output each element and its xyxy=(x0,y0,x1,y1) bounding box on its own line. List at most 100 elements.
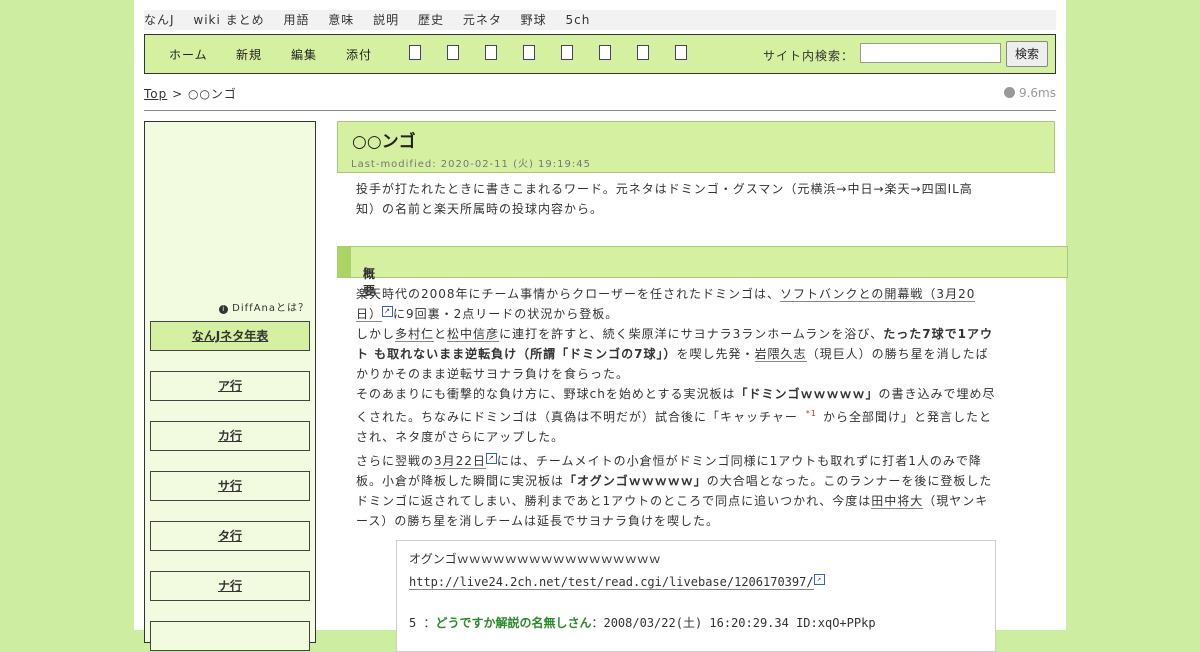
intro-line: 投手が打たれたときに書きこまれるワード。元ネタはドミンゴ・グスマン（元横浜→中日… xyxy=(356,182,973,196)
list-icon[interactable] xyxy=(599,45,611,60)
sidebar-item-next[interactable] xyxy=(150,621,310,651)
bold-text: 「ドミンゴｗｗｗｗｗ」 xyxy=(735,387,879,401)
matsunaka-link[interactable]: 松中信彦 xyxy=(447,327,500,342)
backup-icon[interactable] xyxy=(485,45,497,60)
iwakuma-link[interactable]: 岩隈久志 xyxy=(754,347,807,362)
text: さらに翌戦の xyxy=(356,454,435,468)
text: そのあまりにも衝撃的な負け方に、野球chを始めとする実況板は xyxy=(356,387,736,401)
bold-text: たった7球で1アウ xyxy=(883,327,993,341)
paragraph-line: かりかそのまま逆転サヨナラ負けを食らった。 xyxy=(356,367,630,381)
page-title: ○○ンゴ xyxy=(352,132,416,152)
top-link[interactable]: 歴史 xyxy=(418,13,444,27)
tamura-link[interactable]: 多村仁 xyxy=(395,327,435,342)
sidebar-item-label: なんJネタ年表 xyxy=(191,329,269,343)
intro-line: 知）の名前と楽天所属時の投球内容から。 xyxy=(356,202,604,216)
sidebar-item-timeline[interactable]: なんJネタ年表 xyxy=(150,321,310,351)
freeze-icon[interactable] xyxy=(561,45,573,60)
text: くされた。ちなみにドミンゴは（真偽は不明だが）試合後に「キャッチャー xyxy=(356,410,798,424)
diffana-link[interactable]: i DiffAnaとは？ xyxy=(219,299,309,314)
copy-page-icon[interactable] xyxy=(409,45,421,60)
external-link-icon[interactable]: ↗ xyxy=(485,453,497,464)
paragraph-line: 日） ↗ に9回裏・2点リードの状況から登板。 xyxy=(356,304,1046,324)
attach-link[interactable]: 添付 xyxy=(346,46,372,63)
footnote-link[interactable]: *1 xyxy=(806,409,817,418)
post-name: どうですか解説の名無しさん xyxy=(435,616,592,630)
external-link-icon[interactable]: ↗ xyxy=(382,306,394,317)
opening-game-link[interactable]: ソフトバンクとの開幕戦（3月20 xyxy=(779,287,976,302)
sidebar-item-na[interactable]: ナ行 xyxy=(150,571,310,601)
edit-pencil-icon[interactable]: ✎ xyxy=(363,265,373,278)
top-link-bar: なんJ wiki まとめ 用語 意味 説明 歴史 元ネタ 野球 5ch xyxy=(144,10,1056,30)
sidebar-item-a[interactable]: ア行 xyxy=(150,371,310,401)
tanaka-link[interactable]: 田中将大 xyxy=(871,494,924,509)
top-link[interactable]: なんJ xyxy=(144,13,175,27)
last-modified: Last-modified: 2020-02-11 (火) 19:19:45 xyxy=(351,159,591,170)
breadcrumb-current: ○○ンゴ xyxy=(187,87,237,101)
paragraph-line: ドミンゴに返されてしまい、勝利まであと1アウトのところで同点に追いつかれ、今度は… xyxy=(356,491,1046,511)
intro-paragraph: 投手が打たれたときに書きこまれるワード。元ネタはドミンゴ・グスマン（元横浜→中日… xyxy=(356,179,1046,219)
search-input[interactable] xyxy=(860,43,1001,63)
paragraph-line: さらに翌戦の3月22日 ↗ には、チームメイトの小倉恒がドミンゴ同様に1アウトも取れ… xyxy=(356,451,1046,471)
post-meta: ：2008/03/22(土) 16:20:29.34 ID:xqO+PPkp xyxy=(591,616,876,630)
text: 楽天時代の2008年にチーム事情からクローザーを任されたドミンゴは、 xyxy=(356,287,780,301)
bold-text: 「オグンゴｗｗｗｗｗ」 xyxy=(564,474,707,488)
sidebar: i DiffAnaとは？ なんJネタ年表 ア行 カ行 サ行 タ行 ナ行 xyxy=(144,121,316,651)
bold-text: ト も取れないまま逆転負け（所謂「ドミンゴの7球」） xyxy=(356,347,677,361)
paragraph-line: そのあまりにも衝撃的な負け方に、野球chを始めとする実況板は「ドミンゴｗｗｗｗｗ… xyxy=(356,384,1046,404)
text: （現巨人）の勝ち星を消したば xyxy=(806,347,989,361)
text: 板。小倉が降板した瞬間に実況板は xyxy=(356,474,565,488)
thread-url-link[interactable]: http://live24.2ch.net/test/read.cgi/live… xyxy=(409,575,814,590)
text: しかし xyxy=(356,327,396,341)
top-link[interactable]: 5ch xyxy=(566,13,591,27)
search-button[interactable]: 検索 xyxy=(1006,41,1048,67)
divider xyxy=(144,110,1056,111)
new-link[interactable]: 新規 xyxy=(236,46,262,63)
text: には、チームメイトの小倉恒がドミンゴ同様に1アウトも取れずに打者1人のみで降 xyxy=(496,454,982,468)
section-header: 概要 ✎ xyxy=(337,246,1068,298)
home-link[interactable]: ホーム xyxy=(169,46,208,63)
text: の書き込みで埋め尽 xyxy=(878,387,996,401)
quote-box: オグンゴｗｗｗｗｗｗｗｗｗｗｗｗｗｗｗｗｗ http://live24.2ch.… xyxy=(396,540,996,652)
page: なんJ wiki まとめ 用語 意味 説明 歴史 元ネタ 野球 5ch ホーム … xyxy=(134,0,1068,652)
top-link[interactable]: 説明 xyxy=(373,13,399,27)
save-icon[interactable] xyxy=(523,45,535,60)
menu-bar: ホーム 新規 編集 添付 サイト内検索： 検索 xyxy=(144,34,1056,74)
text: に9回裏・2点リードの状況から登板。 xyxy=(393,307,619,321)
opening-game-link[interactable]: 日） xyxy=(356,307,383,322)
breadcrumb: Top > ○○ンゴ xyxy=(144,85,237,102)
page-title-box: ○○ンゴ Last-modified: 2020-02-11 (火) 19:19… xyxy=(337,121,1055,173)
sidebar-item-sa[interactable]: サ行 xyxy=(150,471,310,501)
paragraph-line: され、ネタ度がさらにアップした。 xyxy=(356,430,565,444)
sidebar-item-label: ナ行 xyxy=(217,579,242,593)
breadcrumb-top-link[interactable]: Top xyxy=(144,87,167,101)
top-link[interactable]: 元ネタ xyxy=(463,13,502,27)
top-link[interactable]: wiki まとめ xyxy=(193,13,264,27)
sidebar-item-label: カ行 xyxy=(217,429,242,443)
paragraph-line: 楽天時代の2008年にチーム事情からクローザーを任されたドミンゴは、ソフトバンク… xyxy=(356,284,1046,304)
top-link[interactable]: 野球 xyxy=(521,13,547,27)
paragraph-line: ース）の勝ち星を消しチームは延長でサヨナラ負けを喫した。 xyxy=(356,514,720,528)
paragraph-line: くされた。ちなみにドミンゴは（真偽は不明だが）試合後に「キャッチャー *1 から全部… xyxy=(356,404,1046,427)
sidebar-item-label: サ行 xyxy=(217,479,242,493)
recent-icon[interactable] xyxy=(637,45,649,60)
quote-url-line: http://live24.2ch.net/test/read.cgi/live… xyxy=(409,574,825,590)
text: を喫し先発・ xyxy=(676,347,755,361)
text: から全部聞け」と発言したと xyxy=(822,410,992,424)
help-icon[interactable] xyxy=(675,45,687,60)
quote-post-header: 5 ：どうですか解説の名無しさん：2008/03/22(土) 16:20:29.… xyxy=(409,614,876,631)
diff-icon[interactable] xyxy=(447,45,459,60)
sidebar-item-ka[interactable]: カ行 xyxy=(150,421,310,451)
sidebar-item-ta[interactable]: タ行 xyxy=(150,521,310,551)
post-number: 5 ： xyxy=(409,616,436,630)
sidebar-item-label: タ行 xyxy=(217,529,242,543)
body-paragraphs: 楽天時代の2008年にチーム事情からクローザーを任されたドミンゴは、ソフトバンク… xyxy=(356,284,1046,531)
top-link[interactable]: 用語 xyxy=(283,13,309,27)
top-link[interactable]: 意味 xyxy=(328,13,354,27)
edit-link[interactable]: 編集 xyxy=(291,46,317,63)
external-link-icon[interactable]: ↗ xyxy=(813,574,825,585)
paragraph-line: しかし多村仁と松中信彦に連打を許すと、続く柴原洋にサヨナラ3ランホームランを浴び… xyxy=(356,324,1046,344)
text: の大合唱となった。このランナーを後に登板した xyxy=(706,474,993,488)
render-time: 9.6ms xyxy=(1003,86,1056,100)
paragraph-line: ト も取れないまま逆転負け（所謂「ドミンゴの7球」）を喫し先発・岩隈久志（現巨人… xyxy=(356,344,1046,364)
march22-link[interactable]: 3月22日 xyxy=(434,454,486,469)
